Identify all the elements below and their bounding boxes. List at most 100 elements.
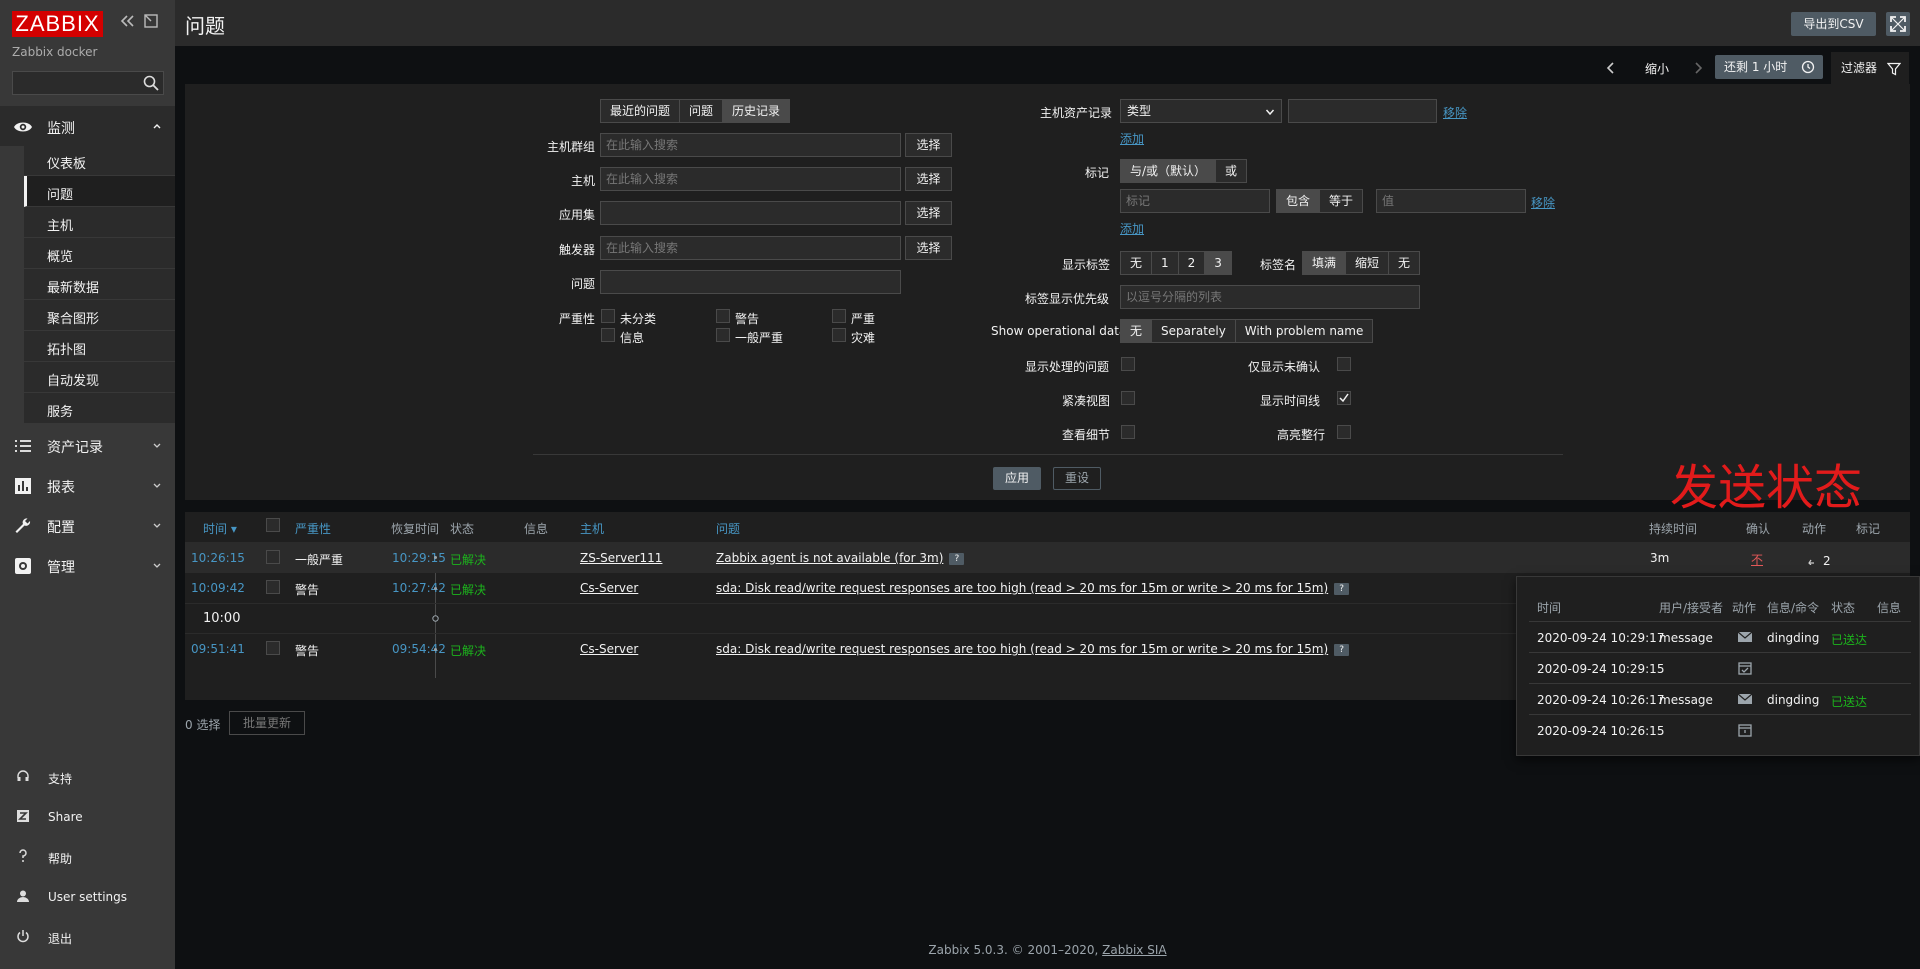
row-checkbox[interactable] [266,641,280,655]
row-problem[interactable]: sda: Disk read/write request responses a… [716,642,1350,656]
tag-add-link[interactable]: 添加 [1120,220,1144,237]
show-tags-1[interactable]: 1 [1152,252,1179,274]
sidebar-item-hosts[interactable]: 主机 [24,207,175,238]
footer-link[interactable]: Zabbix SIA [1102,943,1166,957]
opdata-with-name[interactable]: With problem name [1236,320,1373,342]
problem-input[interactable] [600,270,901,294]
filter-tab[interactable]: 过滤器 [1831,52,1909,84]
col-host-header[interactable]: 主机 [580,520,604,537]
select-all-checkbox[interactable] [266,518,280,532]
col-problem-header[interactable]: 问题 [716,520,740,537]
inventory-type-select[interactable]: 类型 [1120,99,1282,123]
menu-reports[interactable]: 报表 [0,465,175,505]
show-history[interactable]: 历史记录 [723,100,790,122]
sidebar-item-problems[interactable]: 问题 [24,176,175,207]
table-row[interactable]: 10:26:15 一般严重 10:29:15 已解决 ZS-Server111 … [185,542,1910,572]
sidebar-item-maps[interactable]: 拓扑图 [24,331,175,362]
tag-op-contains[interactable]: 包含 [1277,190,1321,212]
show-tags-3[interactable]: 3 [1205,252,1231,274]
menu-monitoring[interactable]: 监测 [0,106,175,146]
application-select-button[interactable]: 选择 [905,201,952,225]
application-input[interactable] [600,201,901,225]
hint-icon[interactable]: ? [1334,582,1350,595]
tag-name-full[interactable]: 填满 [1303,252,1347,274]
row-host[interactable]: Cs-Server [580,581,638,595]
show-tags-2[interactable]: 2 [1179,252,1206,274]
inventory-remove-link[interactable]: 移除 [1443,104,1467,121]
triggers-input[interactable]: 在此输入搜索 [600,236,901,260]
zabbix-logo[interactable]: ZABBIX [12,11,103,37]
export-csv-button[interactable]: 导出到CSV [1791,12,1876,36]
row-time[interactable]: 10:26:15 [191,551,245,565]
show-timeline-checkbox[interactable] [1337,391,1351,405]
opdata-separately[interactable]: Separately [1152,320,1236,342]
col-time-header[interactable]: 时间 ▾ [203,520,237,537]
sidebar-item-screens[interactable]: 聚合图形 [24,300,175,331]
user-settings-link[interactable]: User settings [0,882,175,912]
show-problems[interactable]: 问题 [680,100,724,122]
severity-not-classified-checkbox[interactable] [601,309,615,323]
menu-configuration[interactable]: 配置 [0,505,175,545]
mass-update-button[interactable]: 批量更新 [229,711,305,735]
host-groups-select-button[interactable]: 选择 [905,133,952,157]
col-severity-header[interactable]: 严重性 [295,520,331,537]
severity-average-checkbox[interactable] [716,328,730,342]
sidebar-item-latest-data[interactable]: 最新数据 [24,269,175,300]
kiosk-mode-icon[interactable] [143,13,159,29]
menu-inventory[interactable]: 资产记录 [0,425,175,465]
hosts-select-button[interactable]: 选择 [905,167,952,191]
share-link[interactable]: Share [0,802,175,832]
row-time[interactable]: 09:51:41 [191,642,245,656]
severity-high-checkbox[interactable] [832,309,846,323]
apply-button[interactable]: 应用 [993,467,1041,490]
tags-eval-or[interactable]: 或 [1216,160,1246,182]
sidebar-item-dashboard[interactable]: 仪表板 [24,145,175,176]
show-suppressed-checkbox[interactable] [1121,357,1135,371]
sidebar-item-services[interactable]: 服务 [24,393,175,424]
fullscreen-button[interactable] [1886,12,1910,36]
menu-administration[interactable]: 管理 [0,545,175,585]
chevron-left-icon[interactable] [1604,61,1618,75]
severity-information-checkbox[interactable] [601,328,615,342]
tag-remove-link[interactable]: 移除 [1531,194,1555,211]
tag-priority-input[interactable]: 以逗号分隔的列表 [1120,285,1420,309]
chevron-right-icon[interactable] [1691,61,1705,75]
help-link[interactable]: 帮助 [0,842,175,872]
sign-out-link[interactable]: 退出 [0,922,175,952]
row-ack[interactable]: 不 [1751,551,1763,568]
inventory-value-input[interactable] [1288,99,1437,123]
row-checkbox[interactable] [266,580,280,594]
hint-icon[interactable]: ? [949,552,965,565]
search-icon[interactable] [142,74,160,92]
severity-warning-checkbox[interactable] [716,309,730,323]
sidebar-item-discovery[interactable]: 自动发现 [24,362,175,393]
support-link[interactable]: 支持 [0,762,175,792]
details-checkbox[interactable] [1121,425,1135,439]
highlight-row-checkbox[interactable] [1337,425,1351,439]
sidebar-item-overview[interactable]: 概览 [24,238,175,269]
row-time[interactable]: 10:09:42 [191,581,245,595]
tag-name-none[interactable]: 无 [1389,252,1419,274]
show-recent-problems[interactable]: 最近的问题 [601,100,681,122]
row-host[interactable]: Cs-Server [580,642,638,656]
row-problem[interactable]: sda: Disk read/write request responses a… [716,581,1350,595]
tag-name-short[interactable]: 缩短 [1346,252,1390,274]
zoom-out-button[interactable]: 缩小 [1645,60,1669,77]
severity-disaster-checkbox[interactable] [832,328,846,342]
tags-eval-and-or[interactable]: 与/或（默认） [1121,160,1217,182]
compact-view-checkbox[interactable] [1121,391,1135,405]
opdata-none[interactable]: 无 [1121,320,1153,342]
tag-op-equals[interactable]: 等于 [1320,190,1362,212]
row-checkbox[interactable] [266,550,280,564]
row-problem[interactable]: Zabbix agent is not available (for 3m)? [716,551,965,565]
row-actions[interactable]: 2 [1807,551,1831,568]
show-tags-none[interactable]: 无 [1121,252,1153,274]
tag-name-input[interactable]: 标记 [1120,189,1270,213]
hint-icon[interactable]: ? [1334,643,1350,656]
row-host[interactable]: ZS-Server111 [580,551,662,565]
unack-only-checkbox[interactable] [1337,357,1351,371]
triggers-select-button[interactable]: 选择 [905,236,952,260]
inventory-add-link[interactable]: 添加 [1120,130,1144,147]
host-groups-input[interactable]: 在此输入搜索 [600,133,901,157]
tag-value-input[interactable]: 值 [1376,189,1526,213]
